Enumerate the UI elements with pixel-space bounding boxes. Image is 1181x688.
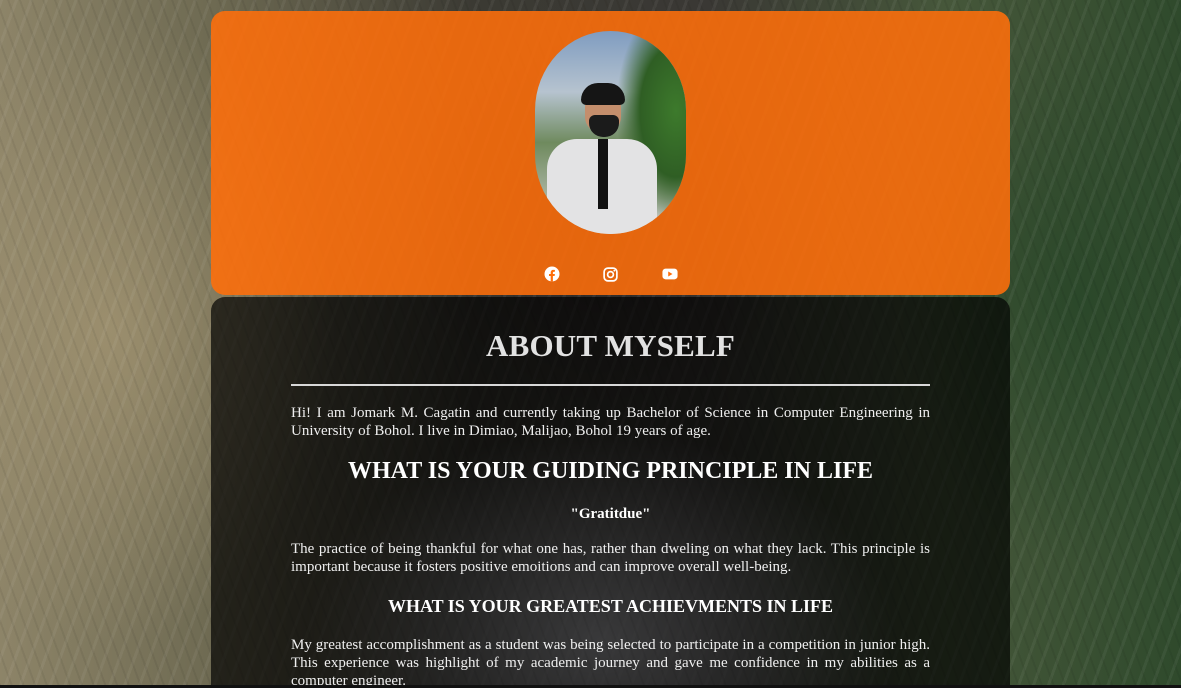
youtube-icon: [661, 268, 678, 280]
achievement-heading: WHAT IS YOUR GREATEST ACHIEVMENTS IN LIF…: [387, 596, 834, 616]
facebook-link[interactable]: [544, 266, 560, 282]
achievement-paragraph: My greatest accomplishment as a student …: [291, 637, 930, 688]
about-title: ABOUT MYSELF: [485, 328, 735, 363]
profile-header: [211, 11, 1010, 295]
principle-quote: "Gratitdue": [570, 506, 651, 522]
instagram-link[interactable]: [603, 266, 619, 282]
about-section: ABOUT MYSELF Hi! I am Jomark M. Cagatin …: [211, 297, 1010, 688]
social-links: [211, 266, 1010, 282]
principle-heading: WHAT IS YOUR GUIDING PRINCIPLE IN LIFE: [348, 458, 873, 484]
instagram-icon: [603, 266, 618, 282]
divider: [291, 384, 930, 386]
youtube-link[interactable]: [661, 266, 678, 282]
principle-paragraph: The practice of being thankful for what …: [291, 541, 930, 575]
avatar: [535, 31, 686, 234]
intro-paragraph: Hi! I am Jomark M. Cagatin and currently…: [291, 405, 930, 439]
facebook-icon: [544, 266, 559, 282]
